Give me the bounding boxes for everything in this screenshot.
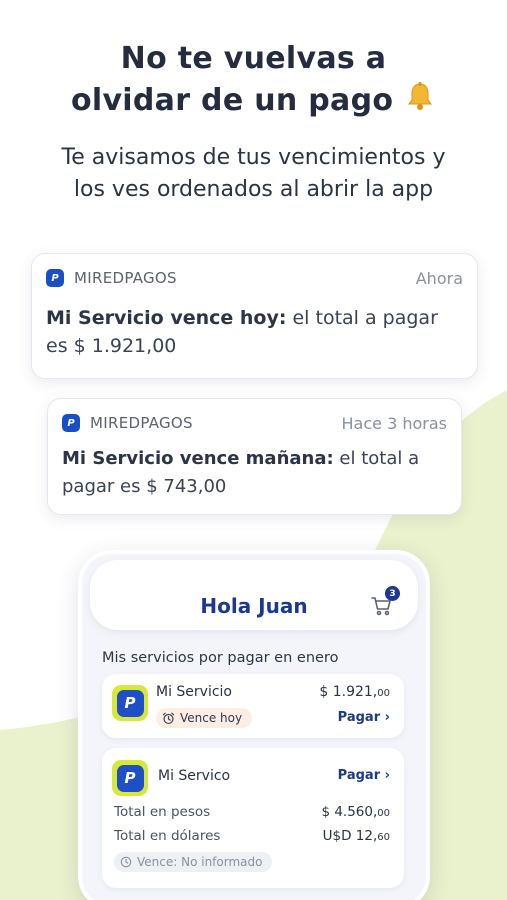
service-card[interactable]: P Mi Servicio $ 1.921,00 Vence hoy Pagar…: [102, 674, 404, 738]
app-logo-icon: P: [46, 269, 64, 287]
total-dollars-value: U$D 12,60: [322, 828, 390, 844]
subhead-line-2: los ves ordenados al abrir la app: [73, 177, 434, 202]
notification-app-name: MIREDPAGOS: [74, 269, 177, 287]
due-label: Vence hoy: [180, 711, 243, 725]
pay-button[interactable]: Pagar ›: [338, 768, 390, 783]
total-pesos-row: Total en pesos $ 4.560,00: [114, 804, 390, 820]
cart-button[interactable]: 3: [370, 586, 400, 618]
service-card[interactable]: P Mi Servico Pagar › Total en pesos $ 4.…: [102, 748, 404, 888]
alarm-icon: [162, 712, 175, 724]
app-header: Hola Juan 3: [90, 560, 418, 630]
service-amount: $ 1.921,00: [319, 684, 390, 700]
pay-button[interactable]: Pagar ›: [338, 710, 390, 725]
total-pesos-label: Total en pesos: [114, 804, 211, 820]
notification-tomorrow[interactable]: P MIREDPAGOS Hace 3 horas Mi Servicio ve…: [47, 398, 462, 515]
app-logo-icon: P: [116, 689, 144, 717]
app-logo-icon: P: [62, 414, 80, 432]
bell-icon: [404, 80, 436, 124]
phone-mockup: Hola Juan 3 Mis servicios por pagar en e…: [78, 550, 430, 900]
headline-line-2: olvidar de un pago: [70, 83, 394, 118]
subheadline: Te avisamos de tus vencimientos y los ve…: [0, 142, 507, 206]
notification-body: Mi Servicio vence mañana: el total a pag…: [62, 445, 447, 501]
app-logo-icon: P: [116, 764, 144, 792]
greeting-title: Hola Juan: [200, 594, 308, 618]
due-today-badge: Vence hoy: [156, 708, 253, 728]
subhead-line-1: Te avisamos de tus vencimientos y: [61, 145, 446, 170]
due-unknown-badge: Vence: No informado: [114, 852, 273, 872]
notification-title: Mi Servicio vence mañana:: [62, 448, 334, 469]
service-logo: P: [112, 760, 148, 796]
total-dollars-label: Total en dólares: [114, 828, 221, 844]
headline-line-1: No te vuelvas a: [120, 41, 387, 76]
notification-body: Mi Servicio vence hoy: el total a pagar …: [46, 304, 463, 360]
headline: No te vuelvas a olvidar de un pago: [0, 38, 507, 124]
notification-title: Mi Servicio vence hoy:: [46, 307, 287, 329]
service-name: Mi Servicio: [156, 684, 233, 700]
clock-icon: [120, 856, 132, 868]
notification-time: Ahora: [415, 268, 463, 288]
section-title: Mis servicios por pagar en enero: [102, 650, 339, 666]
notification-today[interactable]: P MIREDPAGOS Ahora Mi Servicio vence hoy…: [31, 253, 478, 379]
service-logo: P: [112, 685, 148, 721]
cart-count-badge: 3: [385, 586, 400, 601]
notification-app-name: MIREDPAGOS: [90, 414, 193, 432]
total-dollars-row: Total en dólares U$D 12,60: [114, 828, 390, 844]
notification-time: Hace 3 horas: [341, 413, 447, 433]
service-name: Mi Servico: [158, 768, 231, 784]
due-label: Vence: No informado: [137, 855, 263, 869]
total-pesos-value: $ 4.560,00: [321, 804, 390, 820]
